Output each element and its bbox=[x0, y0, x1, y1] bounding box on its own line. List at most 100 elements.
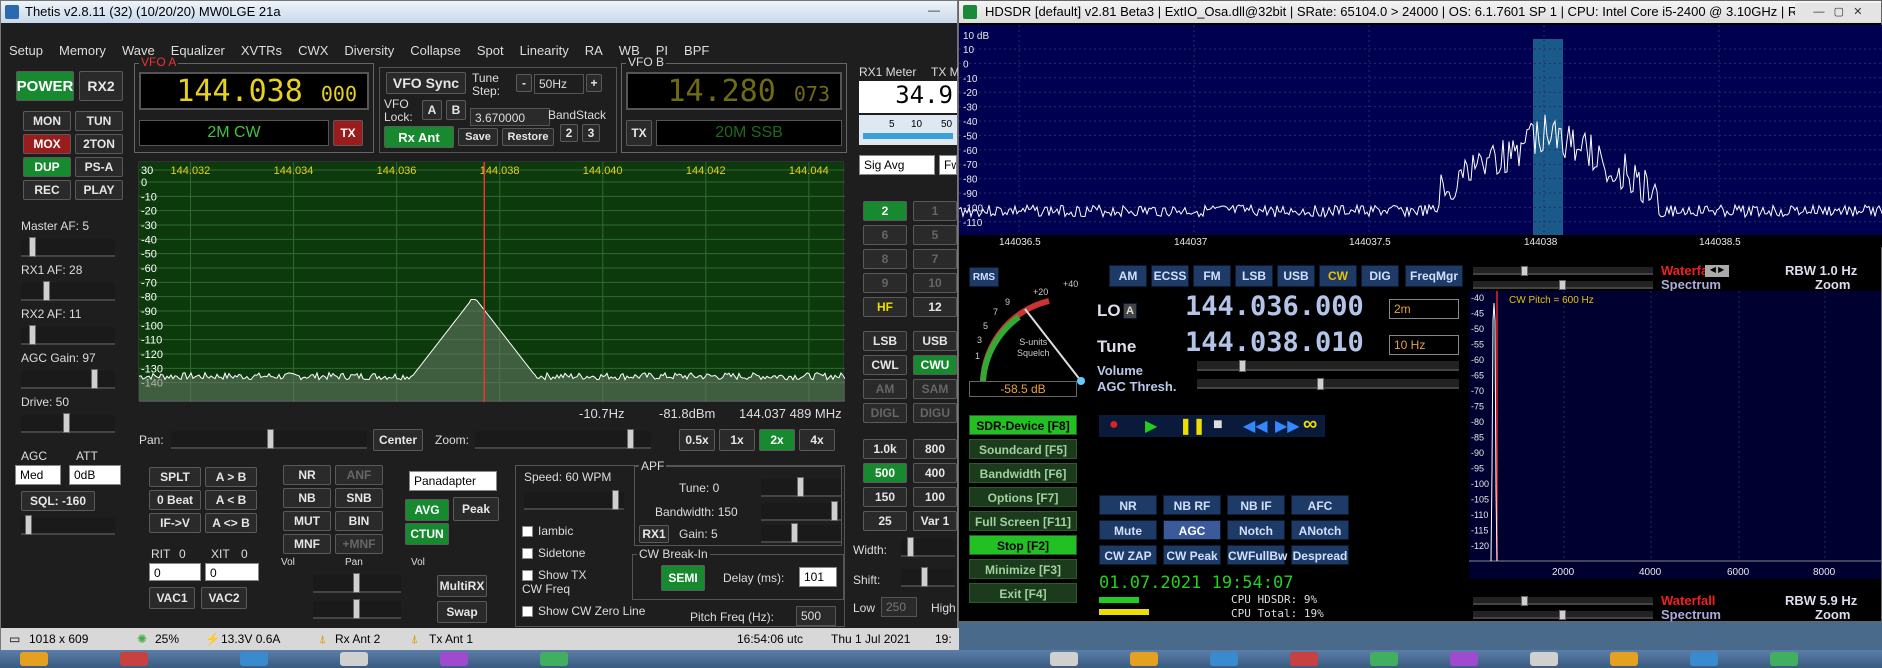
mode-cw-button[interactable]: CW bbox=[1319, 265, 1357, 287]
apf-bw-slider[interactable] bbox=[761, 501, 841, 521]
exit-button[interactable]: Exit [F4] bbox=[969, 583, 1077, 603]
split-splt-button[interactable]: SPLT bbox=[149, 467, 201, 487]
peak-button[interactable]: Peak bbox=[453, 497, 499, 521]
agc-gain-slider[interactable] bbox=[21, 369, 115, 389]
agc-select[interactable]: Med bbox=[15, 465, 61, 485]
dsp-cw-peak-button[interactable]: CW Peak bbox=[1163, 545, 1221, 565]
show-tx-cw-checkbox[interactable]: Show TX CW Freq bbox=[522, 568, 602, 596]
att-select[interactable]: 0dB bbox=[69, 465, 121, 485]
vfo-a-tx-button[interactable]: TX bbox=[333, 120, 363, 146]
mode-cwu-button[interactable]: CWU bbox=[913, 355, 957, 375]
waterfall-slider-top[interactable] bbox=[1473, 266, 1653, 276]
mode-digu-button[interactable]: DIGU bbox=[913, 403, 957, 423]
tx-meter-select[interactable]: Fwd bbox=[939, 155, 957, 175]
band-12-button[interactable]: 12 bbox=[913, 297, 957, 317]
dsp-nb-rf-button[interactable]: NB RF bbox=[1163, 495, 1221, 515]
dsp-bin-button[interactable]: BIN bbox=[335, 511, 383, 531]
taskbar-app-icon[interactable] bbox=[20, 652, 48, 666]
sidetone-checkbox[interactable]: Sidetone bbox=[522, 546, 585, 560]
play-button[interactable]: PLAY bbox=[75, 180, 123, 200]
split-ab-button[interactable]: A < B bbox=[205, 490, 257, 510]
loop-icon[interactable]: ∞ bbox=[1303, 413, 1317, 436]
drive-slider[interactable] bbox=[21, 413, 115, 433]
forward-icon[interactable]: ▶▶ bbox=[1275, 416, 1300, 436]
band-hf-button[interactable]: HF bbox=[863, 297, 907, 317]
dsp-cw-zap-button[interactable]: CW ZAP bbox=[1099, 545, 1157, 565]
taskbar-app-icon[interactable] bbox=[540, 652, 568, 666]
vfo-a-band[interactable]: 2M CW bbox=[139, 120, 329, 146]
menu-spot[interactable]: Spot bbox=[469, 41, 512, 61]
lock-b-button[interactable]: B bbox=[446, 100, 466, 120]
taskbar-app-icon[interactable] bbox=[1770, 652, 1798, 666]
master-af-slider[interactable] bbox=[21, 237, 115, 257]
power-button[interactable]: POWER bbox=[16, 71, 74, 101]
taskbar-app-icon[interactable] bbox=[240, 652, 268, 666]
zoom-05x-button[interactable]: 0.5x bbox=[679, 429, 715, 451]
mode-fm-button[interactable]: FM bbox=[1193, 265, 1231, 287]
band-8-button[interactable]: 8 bbox=[863, 249, 907, 269]
rms-button[interactable]: RMS bbox=[969, 267, 999, 287]
vac2-button[interactable]: VAC2 bbox=[201, 587, 247, 609]
tune-step-value[interactable]: 50Hz bbox=[534, 74, 584, 94]
agc-thresh-slider[interactable] bbox=[1197, 378, 1459, 390]
swap-button[interactable]: Swap bbox=[437, 601, 487, 623]
apf-gain-slider[interactable] bbox=[761, 523, 841, 543]
vfo-a-display[interactable]: 144.038 000 bbox=[139, 72, 369, 110]
bandwidth-button[interactable]: Bandwidth [F6] bbox=[969, 463, 1077, 483]
taskbar-app-icon[interactable] bbox=[1530, 652, 1558, 666]
volume-slider[interactable] bbox=[1197, 360, 1459, 372]
lo-a-button[interactable]: A bbox=[1123, 303, 1137, 319]
vfo-b-band[interactable]: 20M SSB bbox=[656, 120, 842, 146]
width-slider[interactable] bbox=[901, 537, 955, 557]
pause-icon[interactable]: ❚❚ bbox=[1179, 416, 1206, 436]
band-6-button[interactable]: 6 bbox=[863, 225, 907, 245]
restore-button[interactable]: Restore bbox=[502, 128, 554, 146]
record-icon[interactable]: ● bbox=[1109, 416, 1119, 434]
spectrum-slider-bottom[interactable] bbox=[1473, 610, 1653, 620]
show-cw-zero-checkbox[interactable]: Show CW Zero Line bbox=[522, 604, 645, 618]
soundcard-button[interactable]: Soundcard [F5] bbox=[969, 439, 1077, 459]
dsp-anf-button[interactable]: ANF bbox=[335, 465, 383, 485]
dsp-mut-button[interactable]: MUT bbox=[283, 511, 331, 531]
split-ab-button[interactable]: A > B bbox=[205, 467, 257, 487]
shift-slider[interactable] bbox=[901, 567, 955, 587]
mox-button[interactable]: MOX bbox=[23, 134, 71, 154]
taskbar-app-icon[interactable] bbox=[1610, 652, 1638, 666]
2ton-button[interactable]: 2TON bbox=[75, 134, 123, 154]
dsp-agc-slow-button[interactable]: AGC Slow bbox=[1163, 520, 1221, 558]
display-mode-select[interactable]: Panadapter bbox=[409, 471, 497, 491]
bandstack-3-button[interactable]: 3 bbox=[582, 124, 600, 142]
freqmgr-button[interactable]: FreqMgr bbox=[1405, 265, 1463, 287]
menu-ra[interactable]: RA bbox=[577, 41, 611, 61]
split-ab-button[interactable]: A <> B bbox=[205, 513, 257, 533]
apf-rx1-button[interactable]: RX1 bbox=[639, 525, 669, 543]
bandstack-2-button[interactable]: 2 bbox=[560, 124, 578, 142]
sql-button[interactable]: SQL: -160 bbox=[21, 491, 95, 511]
vac1-button[interactable]: VAC1 bbox=[149, 587, 195, 609]
lo-frequency[interactable]: 144.036.000 bbox=[1185, 291, 1364, 322]
save-button[interactable]: Save bbox=[458, 128, 498, 146]
xit-input[interactable]: 0 bbox=[205, 563, 259, 581]
menu-bpf[interactable]: BPF bbox=[676, 41, 717, 61]
zoom-slider[interactable] bbox=[475, 429, 651, 449]
rec-button[interactable]: REC bbox=[23, 180, 71, 200]
taskbar-app-icon[interactable] bbox=[1050, 652, 1078, 666]
iambic-checkbox[interactable]: Iambic bbox=[522, 524, 573, 538]
meter-mode-select[interactable]: Sig Avg bbox=[859, 155, 935, 175]
mode-am-button[interactable]: AM bbox=[1109, 265, 1147, 287]
lo-band-select[interactable]: 2m bbox=[1389, 299, 1459, 319]
filter-150-button[interactable]: 150 bbox=[863, 487, 907, 507]
dsp-nb-if-button[interactable]: NB IF bbox=[1227, 495, 1285, 515]
psa-button[interactable]: PS-A bbox=[75, 157, 123, 177]
filter-800-button[interactable]: 800 bbox=[913, 439, 957, 459]
sql-slider[interactable] bbox=[21, 515, 115, 535]
apf-tune-slider[interactable] bbox=[761, 477, 841, 497]
filter-400-button[interactable]: 400 bbox=[913, 463, 957, 483]
rx-ant-button[interactable]: Rx Ant bbox=[384, 126, 454, 148]
mode-cwl-button[interactable]: CWL bbox=[863, 355, 907, 375]
band-5-button[interactable]: 5 bbox=[913, 225, 957, 245]
dsp-snb-button[interactable]: SNB bbox=[335, 488, 383, 508]
rx2-af-slider[interactable] bbox=[21, 325, 115, 345]
dsp-mnf-button[interactable]: +MNF bbox=[335, 534, 383, 554]
filter-10k-button[interactable]: 1.0k bbox=[863, 439, 907, 459]
